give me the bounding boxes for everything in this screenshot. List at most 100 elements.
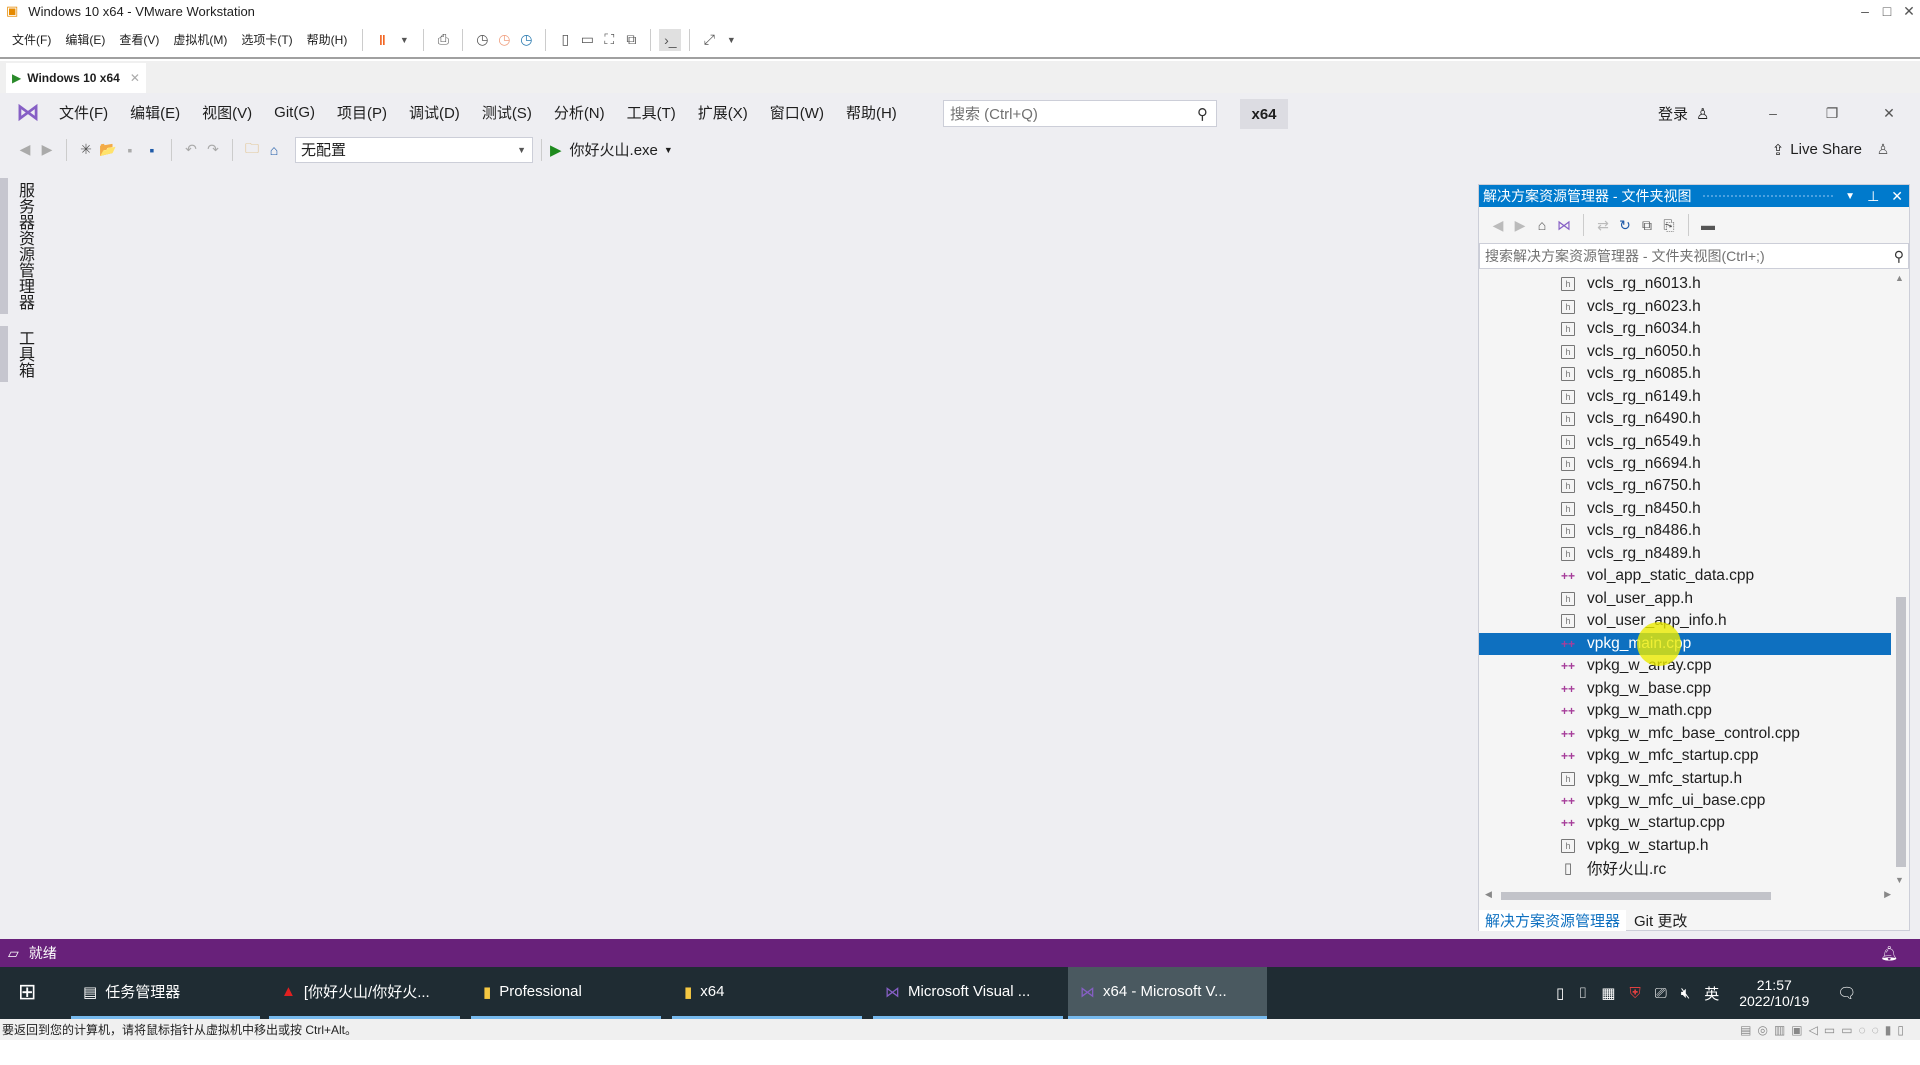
start-button[interactable]: ⊞	[18, 979, 36, 1005]
search-input[interactable]: 搜索 (Ctrl+Q) ⚲	[943, 100, 1217, 127]
scroll-left-icon[interactable]: ◀	[1485, 889, 1492, 900]
save-all-icon[interactable]: ▪	[141, 139, 163, 161]
refresh-icon[interactable]: ↻	[1614, 214, 1636, 236]
vs-close-button[interactable]: ✕	[1878, 102, 1900, 124]
taskbar-item-volcano[interactable]: ▲ [你好火山/你好火...	[269, 967, 460, 1019]
close-button[interactable]: ✕	[1898, 0, 1920, 22]
file-tree-item[interactable]: h vcls_rg_n6050.h	[1479, 340, 1891, 362]
tab-git-changes[interactable]: Git 更改	[1626, 910, 1695, 931]
notification-bell-icon[interactable]: 🔔︎	[1880, 945, 1898, 962]
action-center-icon[interactable]: 🗨︎	[1837, 984, 1856, 1002]
menu-debug[interactable]: 调试(D)	[398, 102, 471, 123]
clock[interactable]: 21:57 2022/10/19	[1739, 977, 1809, 1009]
device-icons[interactable]: ▤◎▥▣◁▭▭◌◌▮▯	[1740, 1023, 1910, 1037]
file-tree-item[interactable]: ++ vpkg_w_array.cpp	[1479, 655, 1891, 677]
tab-solution-explorer[interactable]: 解决方案资源管理器	[1479, 909, 1627, 931]
scroll-down-icon[interactable]: ▼	[1895, 875, 1904, 885]
file-tree-item[interactable]: ++ vpkg_w_base.cpp	[1479, 677, 1891, 699]
close-tab-icon[interactable]: ✕	[130, 71, 140, 85]
menu-project[interactable]: 项目(P)	[326, 102, 398, 123]
file-tree-item[interactable]: h vcls_rg_n6549.h	[1479, 430, 1891, 452]
menu-test[interactable]: 测试(S)	[471, 102, 543, 123]
vmware-tools-icon[interactable]: ▦	[1601, 984, 1615, 1002]
vs-minimize-button[interactable]: –	[1762, 102, 1784, 124]
minimize-button[interactable]: –	[1854, 0, 1876, 22]
new-project-icon[interactable]: ✳	[75, 139, 97, 161]
send-keys-icon[interactable]: ⎙	[432, 29, 454, 51]
find-in-files-icon[interactable]: 🗀	[241, 139, 263, 161]
ime-indicator[interactable]: 英	[1704, 983, 1719, 1004]
open-icon[interactable]: 📂	[97, 139, 119, 161]
home-icon[interactable]: ⌂	[263, 139, 285, 161]
taskbar-item-professional[interactable]: ▮ Professional	[471, 967, 661, 1019]
horizontal-scroll-thumb[interactable]	[1501, 892, 1771, 900]
show-all-files-icon[interactable]: ⎘	[1658, 214, 1680, 236]
forward-icon[interactable]: ▶	[1509, 214, 1531, 236]
menu-view[interactable]: 视图(V)	[191, 102, 263, 123]
undo-icon[interactable]: ↶	[180, 139, 202, 161]
vertical-scroll-thumb[interactable]	[1896, 597, 1906, 867]
login-button[interactable]: 登录 ♙	[1658, 100, 1709, 127]
file-tree-item[interactable]: ++ vpkg_w_startup.cpp	[1479, 812, 1891, 834]
menu-file[interactable]: 文件(F)	[48, 102, 119, 123]
file-tree-item[interactable]: ++ vpkg_w_mfc_base_control.cpp	[1479, 722, 1891, 744]
file-tree-item[interactable]: ▯ 你好火山.rc	[1479, 857, 1891, 879]
file-tree-item[interactable]: h vol_user_app_info.h	[1479, 610, 1891, 632]
pin-icon[interactable]: ⊥	[1867, 188, 1879, 205]
library-view-icon[interactable]: ▯	[554, 29, 576, 51]
file-tree-item[interactable]: ++vpkg_main.cpp	[1479, 632, 1891, 655]
pause-icon[interactable]: ‖	[371, 29, 393, 51]
file-tree-item[interactable]: h vcls_rg_n6085.h	[1479, 363, 1891, 385]
file-tree-item[interactable]: h vpkg_w_mfc_startup.h	[1479, 767, 1891, 789]
snapshot-manager-icon[interactable]: ◷	[515, 29, 537, 51]
chevron-down-icon[interactable]: ▼	[1845, 191, 1855, 202]
platform-badge[interactable]: x64	[1240, 99, 1288, 129]
feedback-icon[interactable]: ♙	[1872, 139, 1894, 161]
file-tree-item[interactable]: h vol_user_app.h	[1479, 588, 1891, 610]
file-tree-item[interactable]: h vcls_rg_n6034.h	[1479, 318, 1891, 340]
usb-icon[interactable]: ⌷	[1578, 985, 1587, 1002]
menu-tools[interactable]: 工具(T)	[616, 102, 687, 123]
revert-snapshot-icon[interactable]: ◷	[493, 29, 515, 51]
save-icon[interactable]: ▪	[119, 139, 141, 161]
properties-icon[interactable]: ▬	[1697, 214, 1719, 236]
unity-icon[interactable]: ⧉	[620, 29, 642, 51]
vm-menu-tabs[interactable]: 选项卡(T)	[234, 31, 299, 48]
chevron-down-icon[interactable]: ▼	[720, 29, 742, 51]
menu-edit[interactable]: 编辑(E)	[119, 102, 191, 123]
menu-git[interactable]: Git(G)	[263, 104, 326, 121]
menu-analyze[interactable]: 分析(N)	[543, 102, 616, 123]
file-tree-item[interactable]: h vcls_rg_n6750.h	[1479, 475, 1891, 497]
vm-menu-help[interactable]: 帮助(H)	[300, 31, 355, 48]
file-tree-item[interactable]: h vcls_rg_n6490.h	[1479, 408, 1891, 430]
file-tree-item[interactable]: h vcls_rg_n8450.h	[1479, 498, 1891, 520]
stretch-icon[interactable]: ⤢	[698, 29, 720, 51]
back-icon[interactable]: ◀	[1487, 214, 1509, 236]
chevron-down-icon[interactable]: ▼	[393, 29, 415, 51]
network-icon[interactable]: ⎚	[1655, 985, 1667, 1002]
vs-restore-button[interactable]: ❐	[1821, 102, 1843, 124]
file-tree-item[interactable]: h vcls_rg_n6013.h	[1479, 273, 1891, 295]
vm-menu-vm[interactable]: 虚拟机(M)	[166, 31, 234, 48]
file-tree-item[interactable]: h vcls_rg_n6149.h	[1479, 385, 1891, 407]
file-tree-item[interactable]: h vcls_rg_n8486.h	[1479, 520, 1891, 542]
scroll-right-icon[interactable]: ▶	[1884, 889, 1891, 900]
solution-search-input[interactable]: 搜索解决方案资源管理器 - 文件夹视图(Ctrl+;) ⚲	[1479, 243, 1909, 269]
home-icon[interactable]: ⌂	[1531, 214, 1553, 236]
collapse-all-icon[interactable]: ⧉	[1636, 214, 1658, 236]
tray-icon[interactable]: ▯	[1556, 984, 1564, 1002]
file-tree-item[interactable]: ++ vpkg_w_mfc_startup.cpp	[1479, 745, 1891, 767]
file-tree-item[interactable]: ++ vol_app_static_data.cpp	[1479, 565, 1891, 587]
security-icon[interactable]: ⛨	[1629, 985, 1640, 1002]
menu-window[interactable]: 窗口(W)	[759, 102, 835, 123]
fullscreen-icon[interactable]: ⛶	[598, 29, 620, 51]
live-share-button[interactable]: ⇪ Live Share	[1772, 141, 1862, 159]
thumbnail-view-icon[interactable]: ▭	[576, 29, 598, 51]
sync-icon[interactable]: ⇄	[1592, 214, 1614, 236]
console-icon[interactable]: ›_	[659, 28, 682, 51]
switch-views-icon[interactable]: ⋈	[1553, 214, 1575, 236]
server-explorer-tab[interactable]: 服务器资源管理器	[0, 178, 34, 314]
forward-icon[interactable]: ▶	[36, 139, 58, 161]
taskbar-item-visual-studio-x64[interactable]: ⋈ x64 - Microsoft V...	[1068, 967, 1267, 1019]
menu-extensions[interactable]: 扩展(X)	[687, 102, 759, 123]
